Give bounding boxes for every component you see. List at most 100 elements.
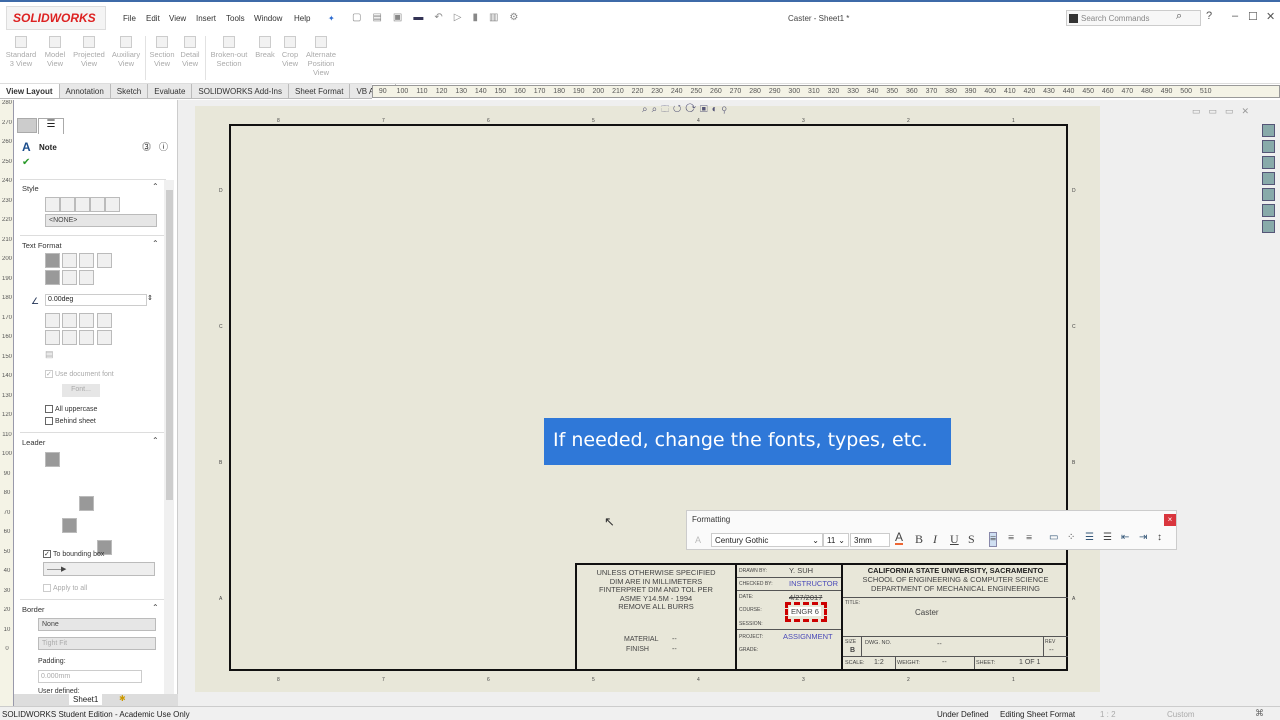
open-icon[interactable]: ▤ xyxy=(372,12,381,23)
unit-system[interactable]: Custom xyxy=(1167,710,1195,719)
stack-icon[interactable]: ⁘ xyxy=(1067,532,1075,543)
minimize-button[interactable]: – xyxy=(1232,10,1238,22)
options-gear-icon[interactable]: ⚙ xyxy=(509,12,518,23)
menu-view[interactable]: View xyxy=(169,14,186,23)
sheet-scale[interactable]: 1 : 2 xyxy=(1100,710,1116,719)
heads-up-view-toolbar[interactable]: ⌕⌕⬚↺⟳▣◐⚲ xyxy=(642,104,731,115)
leader-spline-icon[interactable] xyxy=(79,474,94,489)
menu-tools[interactable]: Tools xyxy=(226,14,245,23)
print-icon[interactable]: ▬ xyxy=(413,12,423,23)
new-icon[interactable]: ▢ xyxy=(352,12,361,23)
fit-text-icon[interactable]: ▭ xyxy=(1049,532,1058,543)
pin-icon[interactable]: ✦ xyxy=(328,14,335,23)
feature-manager-tab[interactable] xyxy=(17,118,37,133)
ok-checkmark-icon[interactable]: ✔ xyxy=(22,157,30,168)
align-center-icon[interactable] xyxy=(62,253,78,268)
apply-style-icon[interactable] xyxy=(45,197,60,212)
all-uppercase-checkbox[interactable]: All uppercase xyxy=(45,405,97,413)
maximize-button[interactable]: ☐ xyxy=(1248,10,1258,23)
table-icon[interactable]: ▤ xyxy=(45,349,54,360)
tab-solidworks-add-ins[interactable]: SOLIDWORKS Add-Ins xyxy=(192,84,289,98)
font-color-button[interactable]: A xyxy=(895,531,904,545)
italic-button[interactable]: I xyxy=(933,532,937,547)
justify-icon[interactable] xyxy=(96,253,112,268)
tab-annotation[interactable]: Annotation xyxy=(60,84,111,98)
collapse-style-icon[interactable]: ⌃ xyxy=(152,182,159,191)
style-a-icon[interactable]: A xyxy=(695,535,701,545)
sheet-tab-sheet1[interactable]: Sheet1 xyxy=(69,694,103,705)
lock-unlock-icon[interactable] xyxy=(96,313,112,328)
whats-new-icon[interactable]: ⓷ xyxy=(142,140,151,153)
file-properties-icon[interactable]: ▥ xyxy=(489,12,498,23)
padding-input[interactable]: 0.000mm xyxy=(38,670,142,683)
alternate-position-view-button[interactable]: Alternate Position View xyxy=(303,36,339,77)
underline-button[interactable]: U xyxy=(950,532,959,547)
menu-edit[interactable]: Edit xyxy=(146,14,160,23)
add-style-icon[interactable] xyxy=(60,197,75,212)
font-button[interactable]: Font... xyxy=(62,384,100,397)
use-document-font-checkbox[interactable]: ✓ Use document font xyxy=(45,370,114,378)
bold-button[interactable]: B xyxy=(915,532,923,547)
save-icon[interactable]: ▣ xyxy=(393,12,402,23)
stack-balloon-icon[interactable] xyxy=(96,330,112,345)
link-to-property-icon[interactable] xyxy=(62,313,78,328)
menu-window[interactable]: Window xyxy=(254,14,282,23)
datum-feature-icon[interactable] xyxy=(79,330,95,345)
tab-sketch[interactable]: Sketch xyxy=(111,84,149,98)
auxiliary-view-button[interactable]: Auxiliary View xyxy=(110,36,142,68)
undo-icon[interactable]: ↶ xyxy=(434,12,442,23)
collapse-text-format-icon[interactable]: ⌃ xyxy=(152,239,159,248)
leader-none-icon[interactable] xyxy=(79,518,94,533)
add-symbol-icon[interactable] xyxy=(79,313,95,328)
geometric-tolerance-icon[interactable] xyxy=(45,330,60,345)
align-right-icon[interactable] xyxy=(79,253,95,268)
appearances-icon[interactable] xyxy=(1262,188,1275,201)
save-style-icon[interactable] xyxy=(90,197,105,212)
file-explorer-icon[interactable] xyxy=(1262,156,1275,169)
font-size-select[interactable]: 11 ⌄ xyxy=(823,533,849,547)
menu-help[interactable]: Help xyxy=(294,14,310,23)
design-library-icon[interactable] xyxy=(1262,140,1275,153)
angle-input[interactable]: 0.00deg xyxy=(45,294,147,306)
tab-evaluate[interactable]: Evaluate xyxy=(148,84,193,98)
projected-view-button[interactable]: Projected View xyxy=(72,36,106,68)
tab-sheet-format[interactable]: Sheet Format xyxy=(289,84,351,98)
border-style-select[interactable]: None xyxy=(38,618,156,631)
solidworks-logo[interactable]: SOLIDWORKS xyxy=(6,6,106,30)
menu-insert[interactable]: Insert xyxy=(196,14,216,23)
custom-properties-icon[interactable] xyxy=(1262,204,1275,217)
strikethrough-button[interactable]: S xyxy=(968,532,975,547)
formatting-close-button[interactable]: × xyxy=(1164,514,1176,526)
apply-to-all-checkbox[interactable]: Apply to all xyxy=(43,584,87,592)
collapse-border-icon[interactable]: ⌃ xyxy=(152,603,159,612)
align-top-icon[interactable] xyxy=(45,270,60,285)
search-icon[interactable]: ⌕ xyxy=(1176,10,1182,23)
pm-scrollbar[interactable] xyxy=(164,180,174,694)
broken-out-section-button[interactable]: Broken-out Section xyxy=(207,36,251,68)
close-button[interactable]: ✕ xyxy=(1266,10,1275,23)
model-view-button[interactable]: Model View xyxy=(42,36,68,68)
delete-style-icon[interactable] xyxy=(75,197,90,212)
leader-straight-icon[interactable] xyxy=(45,474,60,489)
select-icon[interactable]: ▷ xyxy=(454,12,462,23)
align-center-icon[interactable]: ≡ xyxy=(1008,532,1014,544)
course-value-note[interactable]: ENGR 6 xyxy=(789,607,821,616)
property-manager-tab[interactable]: ☰ xyxy=(38,118,64,134)
detail-view-button[interactable]: Detail View xyxy=(178,36,202,68)
increase-indent-icon[interactable]: ⇥ xyxy=(1139,532,1147,543)
tooltip-toggle-icon[interactable]: ⌘ xyxy=(1255,708,1264,719)
to-bounding-box-checkbox[interactable]: ✓ To bounding box xyxy=(43,550,104,558)
align-middle-icon[interactable] xyxy=(62,270,78,285)
behind-sheet-checkbox[interactable]: Behind sheet xyxy=(45,417,96,425)
style-select[interactable]: <NONE> xyxy=(45,214,157,227)
rebuild-icon[interactable]: ▮ xyxy=(472,12,478,23)
align-bottom-icon[interactable] xyxy=(79,270,95,285)
leader-auto-icon[interactable] xyxy=(45,518,60,533)
edit-mode[interactable]: Editing Sheet Format xyxy=(1000,710,1075,719)
bullets-icon[interactable]: ☰ xyxy=(1085,532,1094,543)
insert-hyperlink-icon[interactable] xyxy=(45,313,60,328)
standard-3-view-button[interactable]: Standard 3 View xyxy=(5,36,37,68)
view-palette-icon[interactable] xyxy=(1262,172,1275,185)
leader-bent-icon[interactable] xyxy=(62,474,77,489)
add-sheet-icon[interactable]: ✱ xyxy=(119,694,126,703)
